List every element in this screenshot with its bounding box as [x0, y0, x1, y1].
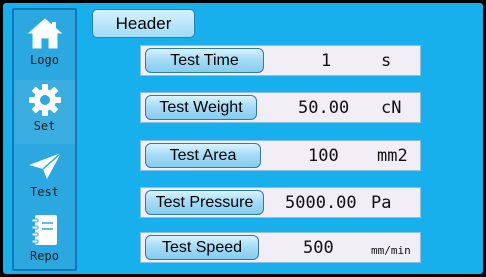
nav-test-label: Test	[30, 185, 59, 199]
test-time-unit: s	[381, 51, 392, 71]
sidebar: Logo Set Test Repo	[12, 8, 77, 271]
test-pressure-value[interactable]: 5000.00	[285, 192, 357, 214]
param-row-weight: Test Weight 50.00 cN	[140, 92, 421, 123]
nav-test[interactable]: Test	[14, 146, 75, 210]
test-time-button[interactable]: Test Time	[145, 48, 264, 73]
gear-icon	[28, 84, 61, 116]
nav-logo[interactable]: Logo	[14, 14, 75, 78]
test-area-unit: mm2	[377, 146, 408, 166]
home-icon	[27, 18, 62, 49]
test-area-value[interactable]: 100	[308, 145, 339, 167]
nav-logo-label: Logo	[30, 53, 59, 67]
nav-repo-label: Repo	[30, 249, 59, 263]
screen: Logo Set Test Repo Header Test Time 1 s …	[3, 3, 483, 274]
notebook-icon	[31, 215, 57, 245]
paper-plane-icon	[28, 152, 61, 179]
test-time-value[interactable]: 1	[321, 50, 331, 72]
param-row-pressure: Test Pressure 5000.00 Pa	[140, 187, 421, 218]
nav-set[interactable]: Set	[14, 80, 75, 144]
param-row-speed: Test Speed 500 mm/min	[140, 232, 421, 263]
nav-set-label: Set	[33, 119, 56, 133]
test-speed-value[interactable]: 500	[303, 237, 334, 259]
test-pressure-unit: Pa	[371, 193, 392, 213]
header-tab[interactable]: Header	[92, 9, 195, 38]
test-weight-unit: cN	[381, 98, 402, 118]
test-area-button[interactable]: Test Area	[145, 143, 261, 168]
param-row-time: Test Time 1 s	[140, 45, 421, 76]
test-speed-unit: mm/min	[371, 244, 411, 257]
test-weight-button[interactable]: Test Weight	[145, 95, 257, 120]
test-speed-button[interactable]: Test Speed	[145, 235, 259, 260]
test-weight-value[interactable]: 50.00	[298, 97, 349, 119]
param-row-area: Test Area 100 mm2	[140, 140, 421, 171]
test-pressure-button[interactable]: Test Pressure	[145, 190, 264, 215]
nav-repo[interactable]: Repo	[14, 210, 75, 274]
